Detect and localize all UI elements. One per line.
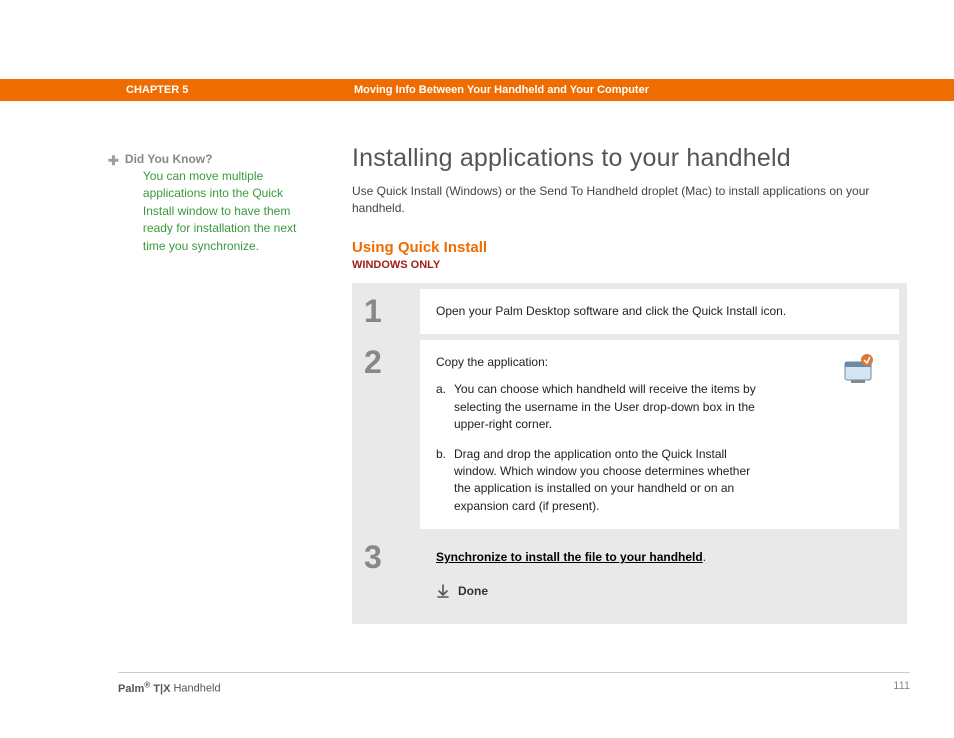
steps-container: 1 Open your Palm Desktop software and cl… — [352, 283, 907, 624]
done-row: Done — [436, 583, 883, 600]
step-body: Open your Palm Desktop software and clic… — [420, 289, 899, 334]
main-content: Installing applications to your handheld… — [352, 144, 907, 624]
tip-title: Did You Know? — [125, 152, 313, 166]
footer-product: Palm® T|X Handheld — [118, 680, 221, 695]
section-title: Using Quick Install — [352, 239, 907, 256]
platform-note: WINDOWS ONLY — [352, 259, 907, 271]
sub-step-list: a. You can choose which handheld will re… — [436, 381, 883, 515]
sidebar-tip: ✚ Did You Know? You can move multiple ap… — [108, 152, 318, 255]
sub-step: b. Drag and drop the application onto th… — [436, 446, 883, 516]
down-arrow-icon — [436, 584, 450, 598]
tip-body: You can move multiple applications into … — [143, 168, 313, 255]
synchronize-link[interactable]: Synchronize to install the file to your … — [436, 550, 703, 564]
quick-install-icon — [841, 354, 877, 386]
chapter-label: CHAPTER 5 — [126, 84, 188, 96]
sub-step-text: You can choose which handheld will recei… — [454, 381, 764, 433]
chapter-header-bar: CHAPTER 5 Moving Info Between Your Handh… — [0, 79, 954, 101]
plus-icon: ✚ — [108, 153, 119, 255]
sub-step-text: Drag and drop the application onto the Q… — [454, 446, 764, 516]
sub-step-letter: a. — [436, 381, 454, 433]
step-row: 3 Synchronize to install the file to you… — [360, 535, 899, 616]
intro-paragraph: Use Quick Install (Windows) or the Send … — [352, 183, 882, 217]
done-label: Done — [458, 583, 488, 600]
step-body: Synchronize to install the file to your … — [420, 535, 899, 616]
footer-divider — [118, 672, 910, 673]
step-lead: Copy the application: — [436, 354, 883, 371]
step-row: 1 Open your Palm Desktop software and cl… — [360, 289, 899, 334]
page-title: Installing applications to your handheld — [352, 144, 907, 173]
step-row: 2 Copy the application: a. You can choos… — [360, 340, 899, 529]
step-text: Open your Palm Desktop software and clic… — [436, 304, 786, 318]
page-number: 111 — [893, 680, 910, 692]
sub-step: a. You can choose which handheld will re… — [436, 381, 883, 433]
step-number: 2 — [360, 340, 420, 529]
period: . — [703, 550, 706, 564]
step-number: 1 — [360, 289, 420, 334]
step-body: Copy the application: a. You can choose … — [420, 340, 899, 529]
sub-step-letter: b. — [436, 446, 454, 516]
chapter-title[interactable]: Moving Info Between Your Handheld and Yo… — [354, 84, 649, 96]
step-number: 3 — [360, 535, 420, 616]
